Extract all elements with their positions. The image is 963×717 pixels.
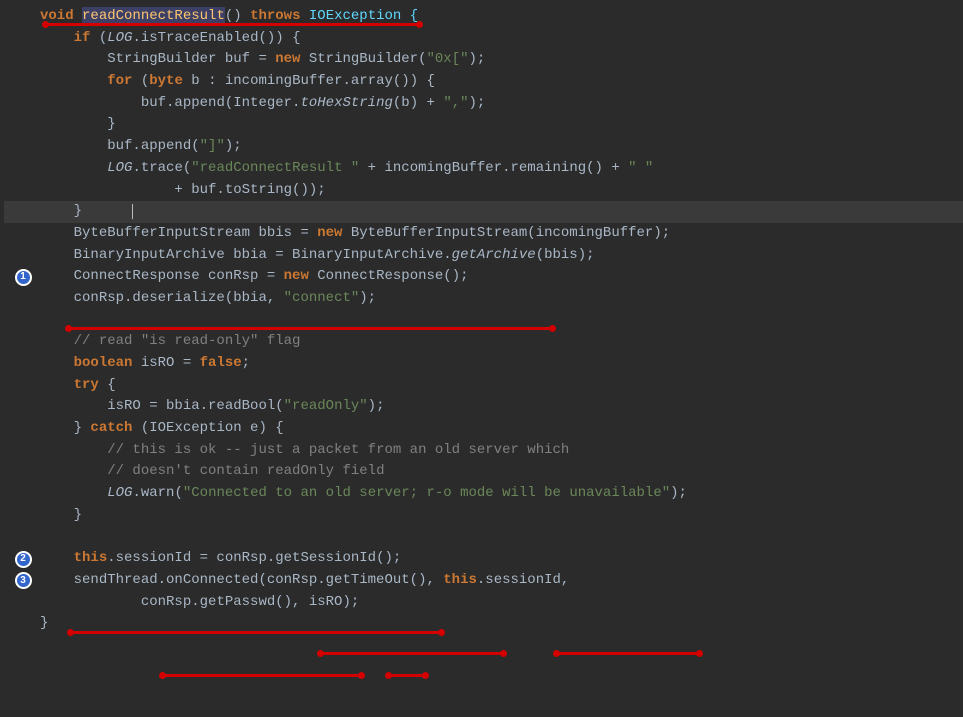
code-editor: void readConnectResult() throws IOExcept…: [0, 0, 963, 717]
code-line: try {: [4, 375, 963, 397]
code-line: // doesn't contain readOnly field: [4, 461, 963, 483]
code-line: StringBuilder buf = new StringBuilder("0…: [4, 49, 963, 71]
code-line: } catch (IOException e) {: [4, 418, 963, 440]
code-line: }: [4, 505, 963, 527]
underline-7: [388, 674, 426, 677]
code-line: for (byte b : incomingBuffer.array()) {: [4, 71, 963, 93]
code-line: BinaryInputArchive bbia = BinaryInputArc…: [4, 245, 963, 267]
underline-4: [320, 652, 504, 655]
code-line: + buf.toString());: [4, 180, 963, 202]
code-line: LOG.warn("Connected to an old server; r-…: [4, 483, 963, 505]
annotation-badge-1: 1: [12, 266, 34, 288]
code-line: isRO = bbia.readBool("readOnly");: [4, 396, 963, 418]
code-line: boolean isRO = false;: [4, 353, 963, 375]
annotation-badge-2: 2: [12, 548, 34, 570]
code-line: 2 this.sessionId = conRsp.getSessionId()…: [4, 548, 963, 570]
underline-3: [70, 631, 442, 634]
code-line: // this is ok -- just a packet from an o…: [4, 440, 963, 462]
code-line-highlighted: }: [4, 201, 963, 223]
code-line: buf.append(Integer.toHexString(b) + ",")…: [4, 93, 963, 115]
code-line: 1 ConnectResponse conRsp = new ConnectRe…: [4, 266, 963, 288]
code-line: conRsp.getPasswd(), isRO);: [4, 592, 963, 614]
underline-2: [68, 327, 553, 330]
code-line: conRsp.deserialize(bbia, "connect");: [4, 288, 963, 310]
annotation-badge-3: 3: [12, 570, 34, 592]
code-line: LOG.trace("readConnectResult " + incomin…: [4, 158, 963, 180]
underline-1: [45, 23, 420, 26]
underline-6: [162, 674, 362, 677]
code-line: ByteBufferInputStream bbis = new ByteBuf…: [4, 223, 963, 245]
code-line: 3 sendThread.onConnected(conRsp.getTimeO…: [4, 570, 963, 592]
code-line: if (LOG.isTraceEnabled()) {: [4, 28, 963, 50]
code-line: buf.append("]");: [4, 136, 963, 158]
underline-5: [556, 652, 700, 655]
code-line: // read "is read-only" flag: [4, 331, 963, 353]
code-line: }: [4, 114, 963, 136]
code-line-blank: [4, 527, 963, 549]
